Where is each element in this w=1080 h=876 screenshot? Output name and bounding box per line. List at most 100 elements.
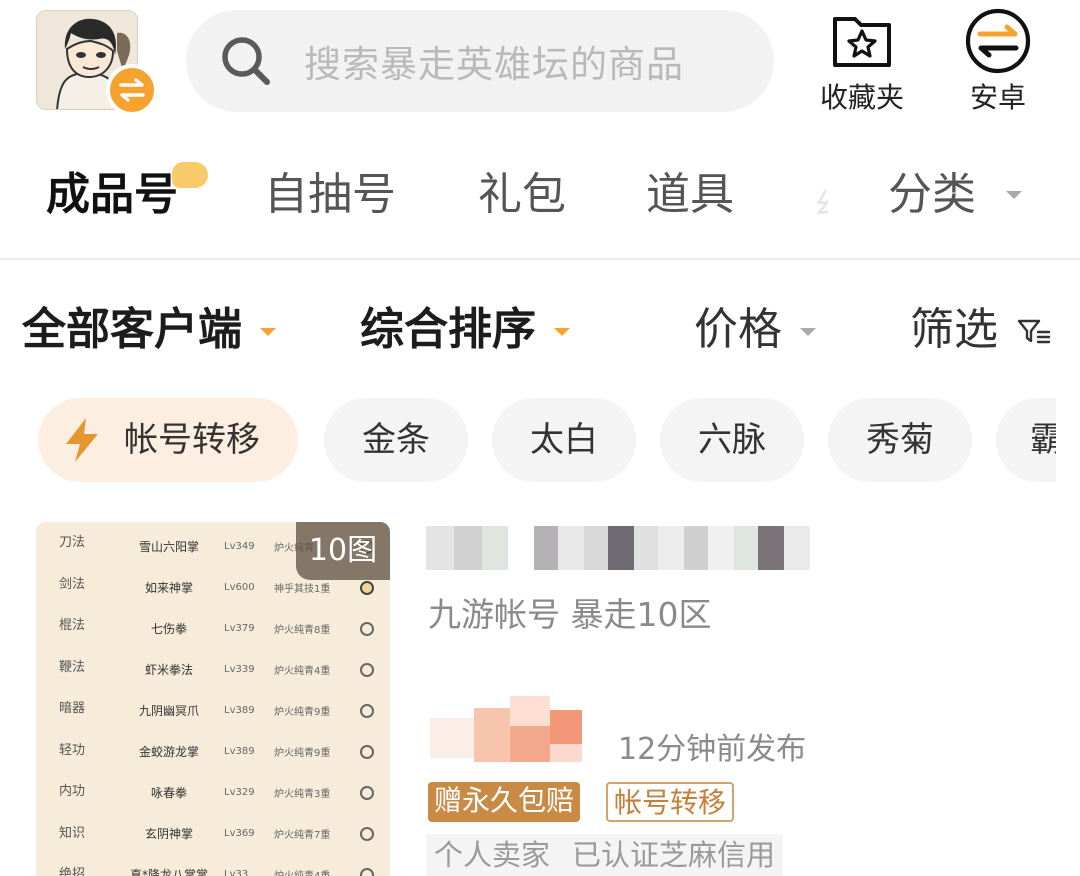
favorites-label: 收藏夹 bbox=[819, 81, 904, 114]
radio-icon bbox=[360, 826, 374, 841]
thumbnail-side-label: 知识 bbox=[58, 825, 85, 841]
filter-funnel-icon bbox=[1017, 319, 1051, 344]
thumbnail-skill-level: Lv339 bbox=[224, 664, 255, 675]
chevron-down-icon bbox=[1006, 191, 1022, 199]
thumbnail-skill-name: 金蛟游龙掌 bbox=[138, 745, 199, 759]
thumbnail-skill-desc: 神乎其技1重 bbox=[274, 584, 331, 595]
filter-client[interactable]: 全部客户端 bbox=[22, 298, 276, 362]
thumbnail-skill-desc: 炉火纯青4重 bbox=[274, 666, 331, 677]
thumbnail-side-label: 轻功 bbox=[58, 742, 85, 758]
chip-ba-partial[interactable]: 霸 bbox=[996, 398, 1056, 482]
thumbnail-skill-name: 玄阴神掌 bbox=[144, 827, 193, 841]
publish-time: 12分钟前发布 bbox=[618, 732, 807, 767]
thumbnail-skill-row: 咏春拳 Lv329 炉火纯青3重 bbox=[114, 772, 382, 813]
chevron-down-icon bbox=[260, 328, 276, 336]
tab-self-draw-account[interactable]: 自抽号 bbox=[264, 160, 396, 230]
thumbnail-skill-row: 九阴幽冥爪 Lv389 炉火纯青9重 bbox=[114, 690, 382, 731]
chip-liumai[interactable]: 六脉 bbox=[660, 398, 804, 482]
filter-sort-label: 综合排序 bbox=[360, 304, 536, 355]
search-icon bbox=[222, 37, 270, 85]
radio-icon bbox=[360, 621, 374, 636]
search-placeholder: 搜索暴走英雄坛的商品 bbox=[304, 43, 684, 86]
thumbnail-skill-row: 金蛟游龙掌 Lv389 炉火纯青9重 bbox=[114, 731, 382, 772]
seller-avatar-redacted bbox=[430, 696, 602, 766]
thumbnail-side-label: 刀法 bbox=[58, 535, 85, 550]
radio-icon bbox=[360, 662, 374, 677]
thumbnail-skill-level: Lv389 bbox=[224, 746, 255, 757]
thumbnail-skill-desc: 炉火纯青8重 bbox=[274, 625, 331, 636]
seller-info: 个人卖家 已认证芝麻信用 bbox=[426, 834, 784, 876]
thumbnail-skill-level: Lv329 bbox=[224, 787, 255, 798]
thumbnail-skill-level: Lv33 bbox=[224, 869, 249, 876]
filter-client-label: 全部客户端 bbox=[22, 304, 242, 355]
thumbnail-skill-level: Lv600 bbox=[224, 582, 255, 593]
thumbnail-skill-desc: 炉火纯青9重 bbox=[274, 707, 331, 718]
tab-category-label: 分类 bbox=[888, 169, 976, 220]
bolt-icon bbox=[66, 418, 98, 462]
thumbnail-skill-level: Lv389 bbox=[224, 705, 255, 716]
filter-sort[interactable]: 综合排序 bbox=[360, 298, 570, 362]
filter-screen-label: 筛选 bbox=[910, 304, 998, 355]
tag-account-transfer: 帐号转移 bbox=[606, 782, 735, 822]
chip-xiuju[interactable]: 秀菊 bbox=[828, 398, 972, 482]
thumbnail-skill-row: 七伤拳 Lv379 炉火纯青8重 bbox=[114, 608, 382, 649]
radio-icon bbox=[360, 744, 374, 759]
account-switch-badge[interactable] bbox=[106, 64, 158, 116]
tab-overflow-hint: 丝 bbox=[814, 178, 828, 216]
thumbnail-skill-name: 雪山六阳掌 bbox=[138, 540, 199, 554]
tab-category[interactable]: 分类 bbox=[888, 160, 1022, 230]
image-count-badge: 10图 bbox=[296, 522, 390, 580]
platform-switch-button[interactable]: 安卓 bbox=[943, 8, 1053, 120]
thumbnail-side-label: 鞭法 bbox=[58, 659, 85, 675]
thumbnail-skill-name: 虾米拳法 bbox=[144, 663, 193, 677]
radio-icon bbox=[360, 785, 374, 800]
thumbnail-skill-desc: 炉火纯青3重 bbox=[274, 789, 331, 800]
seller-verified: 已认证芝麻信用 bbox=[572, 838, 776, 872]
thumbnail-skill-row: 真*降龙八掌掌 Lv33 炉火纯青4重 bbox=[114, 854, 382, 876]
thumbnail-skill-level: Lv369 bbox=[224, 828, 255, 839]
favorites-button[interactable]: 收藏夹 bbox=[807, 10, 917, 120]
thumbnail-side-label: 暗器 bbox=[58, 701, 85, 716]
tab-divider bbox=[0, 258, 1080, 260]
radio-icon bbox=[360, 867, 374, 876]
chip-account-transfer-label: 帐号转移 bbox=[124, 420, 260, 460]
chip-gold-bar[interactable]: 金条 bbox=[324, 398, 468, 482]
chevron-down-icon bbox=[800, 328, 816, 336]
thumbnail-side-label: 绝招 bbox=[58, 867, 85, 876]
thumbnail-side-labels: 刀法剑法棍法鞭法暗器轻功内功知识绝招 bbox=[44, 522, 100, 876]
thumbnail-side-label: 棍法 bbox=[58, 618, 85, 633]
chip-taibai[interactable]: 太白 bbox=[492, 398, 636, 482]
thumbnail-side-label: 内功 bbox=[58, 784, 85, 799]
thumbnail-skill-name: 九阴幽冥爪 bbox=[138, 704, 199, 718]
thumbnail-skill-row: 玄阴神掌 Lv369 炉火纯青7重 bbox=[114, 813, 382, 854]
checked-radio-icon bbox=[360, 580, 374, 595]
product-title-redacted[interactable] bbox=[426, 526, 818, 570]
search-bar[interactable]: 搜索暴走英雄坛的商品 bbox=[186, 10, 774, 112]
thumbnail-side-label: 剑法 bbox=[58, 576, 85, 592]
tag-permanent-compensation: 赠永久包赔 bbox=[428, 782, 581, 822]
seller-type: 个人卖家 bbox=[434, 838, 551, 872]
filter-screen[interactable]: 筛选 bbox=[910, 298, 1052, 362]
filter-price[interactable]: 价格 bbox=[694, 298, 816, 362]
thumbnail-skill-name: 真*降龙八掌掌 bbox=[129, 868, 208, 876]
thumbnail-skill-desc: 炉火纯青4重 bbox=[274, 867, 354, 876]
thumbnail-skill-name: 如来神掌 bbox=[144, 581, 193, 595]
star-folder-icon bbox=[833, 17, 891, 67]
thumbnail-skill-desc: 炉火纯青7重 bbox=[274, 830, 331, 841]
swap-circle-icon bbox=[965, 8, 1031, 74]
chip-account-transfer[interactable]: 帐号转移 bbox=[38, 398, 298, 482]
platform-label: 安卓 bbox=[969, 81, 1026, 114]
thumbnail-skill-desc: 炉火纯青9重 bbox=[274, 748, 331, 759]
swap-icon bbox=[119, 78, 145, 102]
thumbnail-skill-row: 虾米拳法 Lv339 炉火纯青4重 bbox=[114, 649, 382, 690]
radio-icon bbox=[360, 703, 374, 718]
tab-finished-account[interactable]: 成品号 bbox=[46, 160, 178, 230]
thumbnail-skill-level: Lv349 bbox=[224, 541, 255, 552]
thumbnail-skill-level: Lv379 bbox=[224, 623, 255, 634]
product-subtitle: 九游帐号 暴走10区 bbox=[428, 595, 712, 634]
thumbnail-skill-name: 咏春拳 bbox=[150, 786, 187, 800]
filter-price-label: 价格 bbox=[694, 304, 782, 355]
thumbnail-skill-name: 七伤拳 bbox=[150, 622, 187, 636]
tab-items[interactable]: 道具 bbox=[646, 160, 734, 230]
tab-gift-pack[interactable]: 礼包 bbox=[478, 160, 566, 230]
